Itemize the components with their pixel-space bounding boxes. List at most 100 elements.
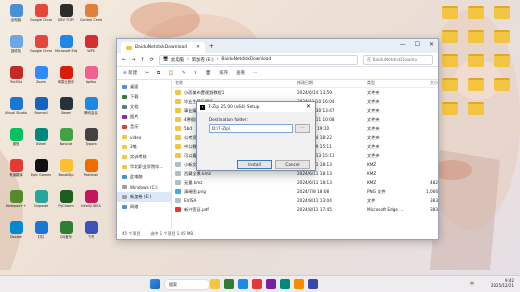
desktop-folder-icon[interactable] xyxy=(468,30,484,43)
desktop-icon[interactable]: 回收站 xyxy=(6,35,26,53)
desktop-icon[interactable]: Google Chrome xyxy=(30,35,52,53)
desktop-folder-icon[interactable] xyxy=(468,54,484,67)
desktop-icon[interactable]: DEV TOP! xyxy=(56,4,76,22)
sidebar-item[interactable]: 实训考核 xyxy=(117,152,171,162)
file-row[interactable]: 无量.kmz 2024/6/11 18:13 KMZ 482 xyxy=(172,178,438,187)
view-button[interactable]: 查看 xyxy=(236,70,245,76)
desktop-folder-icon[interactable] xyxy=(494,30,510,43)
desktop-icon[interactable]: FileZilla xyxy=(6,66,26,84)
input-language[interactable]: 中 xyxy=(470,281,474,287)
edge-taskbar-icon[interactable] xyxy=(238,279,248,289)
cut-button[interactable]: ✂ xyxy=(145,71,149,76)
new-tab-button[interactable]: + xyxy=(209,43,214,50)
share-button[interactable]: ⇪ xyxy=(194,71,198,76)
desktop-icon[interactable]: Zoom xyxy=(31,66,51,84)
desktop-icon[interactable]: 网易云音乐 xyxy=(56,66,76,84)
app2-taskbar-icon[interactable] xyxy=(294,279,304,289)
desktop-icon[interactable]: Apifox xyxy=(81,66,101,84)
sidebar-item[interactable]: 文档 xyxy=(117,102,171,112)
explorer-tab[interactable]: BaiduNetdiskDownload ✕ xyxy=(121,42,205,53)
back-button[interactable]: ← xyxy=(122,57,126,63)
breadcrumb-0[interactable]: 此电脑 xyxy=(171,57,184,63)
new-button[interactable]: ⊕ 新建 xyxy=(123,70,137,76)
desktop-icon[interactable]: IntelliJ IDEA xyxy=(81,190,101,208)
sidebar-item[interactable]: 3笔 xyxy=(117,142,171,152)
desktop-icon[interactable]: 钉钉 xyxy=(31,221,51,239)
minimize-button[interactable]: — xyxy=(400,41,406,48)
vscode-taskbar-icon[interactable] xyxy=(266,279,276,289)
clock[interactable]: 9:42 2025/12/21 xyxy=(491,278,514,288)
column-type[interactable]: 类型 xyxy=(367,80,414,86)
desktop-icon[interactable]: BandiZip xyxy=(56,159,76,177)
chrome-taskbar-icon[interactable] xyxy=(252,279,262,289)
desktop-icon[interactable]: 腾讯会议 xyxy=(81,97,101,115)
search-input[interactable]: 在 BaiduNetdiskDownlo xyxy=(363,54,433,65)
file-explorer-taskbar-icon[interactable] xyxy=(210,279,220,289)
paste-button[interactable]: 📋 xyxy=(168,71,174,76)
desktop-folder-icon[interactable] xyxy=(442,102,458,115)
up-button[interactable]: ↑ xyxy=(140,57,144,63)
desktop-folder-icon[interactable] xyxy=(442,78,458,91)
desktop-icon[interactable]: Visual Studio Code xyxy=(5,97,27,115)
destination-input[interactable]: D:\7-Zip\ xyxy=(209,124,293,133)
tab-close-icon[interactable]: ✕ xyxy=(196,45,200,50)
maximize-button[interactable]: ☐ xyxy=(415,41,420,48)
file-row[interactable]: 小而美布置视频教程1 2024/6/14 13:59 文件夹 xyxy=(172,88,438,97)
breadcrumb-2[interactable]: BaiduNetdiskDownload xyxy=(221,57,271,62)
app3-taskbar-icon[interactable] xyxy=(308,279,318,289)
rename-button[interactable]: ✎ xyxy=(182,71,186,76)
sidebar-item[interactable]: 桌面 xyxy=(117,82,171,92)
close-button[interactable]: ✕ xyxy=(429,41,434,48)
desktop-folder-icon[interactable] xyxy=(442,6,458,19)
taskbar-search[interactable]: 搜索 xyxy=(164,279,210,290)
sidebar-item[interactable]: 音乐 xyxy=(117,122,171,132)
wechat-taskbar-icon[interactable] xyxy=(224,279,234,289)
desktop-icon[interactable]: Docker xyxy=(6,221,26,239)
sort-button[interactable]: 排序 xyxy=(219,70,228,76)
desktop-icon[interactable]: Xshell xyxy=(31,128,51,146)
desktop-icon[interactable]: Control Center xyxy=(80,4,102,22)
desktop-icon[interactable]: Postman xyxy=(81,159,101,177)
desktop-icon[interactable]: WPS xyxy=(81,35,101,53)
column-name[interactable]: 名称 xyxy=(172,80,297,86)
cancel-button[interactable]: Cancel xyxy=(275,160,310,169)
file-row[interactable]: 新兴签证.pdf 2024/8/11 17:45 Microsoft Edge ..… xyxy=(172,205,438,214)
column-date[interactable]: 修改日期 xyxy=(297,80,367,86)
desktop-icon[interactable]: 此电脑 xyxy=(6,4,26,22)
delete-button[interactable]: 🗑 xyxy=(205,71,211,76)
desktop-icon[interactable]: 有道翻译 xyxy=(6,159,26,177)
install-button[interactable]: Install xyxy=(237,160,272,169)
sidebar-item[interactable]: 下载 xyxy=(117,92,171,102)
desktop-folder-icon[interactable] xyxy=(494,54,510,67)
forward-button[interactable]: → xyxy=(131,57,135,63)
column-size[interactable]: 大小 xyxy=(414,80,438,86)
desktop-folder-icon[interactable] xyxy=(468,6,484,19)
copy-button[interactable]: ⧉ xyxy=(157,70,160,76)
desktop-icon[interactable]: Navicat xyxy=(56,128,76,146)
refresh-button[interactable]: ⟳ xyxy=(150,57,154,63)
desktop-icon[interactable]: 飞书 xyxy=(81,221,101,239)
start-icon[interactable] xyxy=(150,279,160,289)
desktop-icon[interactable]: Microsoft Edge xyxy=(55,35,77,53)
desktop-folder-icon[interactable] xyxy=(494,6,510,19)
desktop-icon[interactable]: PyCharm xyxy=(56,190,76,208)
app-taskbar-icon[interactable] xyxy=(280,279,290,289)
more-button[interactable]: ··· xyxy=(253,71,257,76)
desktop-icon[interactable]: Foxmail xyxy=(31,97,51,115)
desktop-icon[interactable]: QQ音乐 xyxy=(56,221,76,239)
desktop-folder-icon[interactable] xyxy=(442,54,458,67)
sidebar-item[interactable]: 此电脑 xyxy=(117,172,171,182)
breadcrumb-1[interactable]: 新加卷 (E:) xyxy=(192,57,214,63)
sidebar-item[interactable]: 网络 xyxy=(117,202,171,212)
address-bar[interactable]: 🖥 此电脑 › 新加卷 (E:) › BaiduNetdiskDownload xyxy=(158,54,358,65)
dialog-close-button[interactable]: ✕ xyxy=(306,103,311,110)
sidebar-item[interactable]: 图片 xyxy=(117,112,171,122)
browse-button[interactable]: ... xyxy=(295,124,310,133)
desktop-icon[interactable]: Typora xyxy=(81,128,101,146)
desktop-icon[interactable]: Epic Games xyxy=(31,159,51,177)
desktop-folder-icon[interactable] xyxy=(468,102,484,115)
desktop-folder-icon[interactable] xyxy=(494,78,510,91)
desktop-icon[interactable]: Google Chrome xyxy=(30,4,52,22)
file-row[interactable]: EVISA 2024/8/11 13:04 文件 383 xyxy=(172,196,438,205)
sidebar-item[interactable]: video xyxy=(117,132,171,142)
